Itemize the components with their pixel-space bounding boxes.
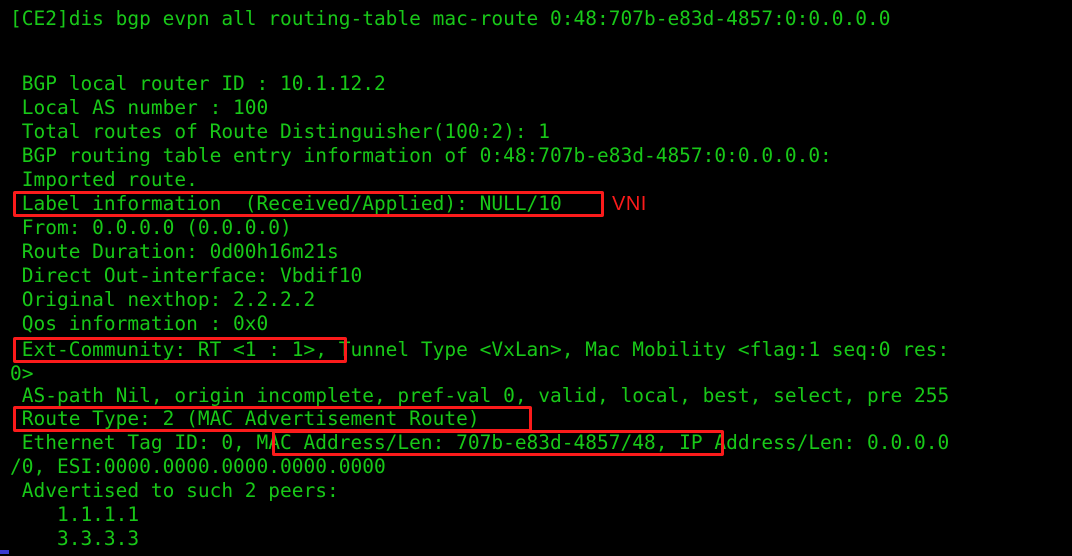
console-line: Ethernet Tag ID: 0, MAC Address/Len: 707…: [10, 431, 950, 454]
console-line: 0>: [10, 362, 34, 385]
console-line: Local AS number : 100: [10, 96, 269, 119]
console-line: Total routes of Route Distinguisher(100:…: [10, 120, 551, 143]
console-line: 1.1.1.1: [10, 503, 140, 526]
console-line: From: 0.0.0.0 (0.0.0.0): [10, 216, 292, 239]
console-line: Advertised to such 2 peers:: [10, 479, 339, 502]
console-line: AS-path Nil, origin incomplete, pref-val…: [10, 384, 950, 407]
console-line: /0, ESI:0000.0000.0000.0000.0000: [10, 455, 386, 478]
console-line: Label information (Received/Applied): NU…: [10, 192, 562, 215]
text-cursor: [0, 550, 9, 554]
console-line: Ext-Community: RT <1 : 1>, Tunnel Type <…: [10, 338, 950, 361]
console-line: BGP routing table entry information of 0…: [10, 144, 832, 167]
console-line: Imported route.: [10, 168, 198, 191]
command-prompt-line[interactable]: [CE2]dis bgp evpn all routing-table mac-…: [10, 7, 891, 31]
terminal-window[interactable]: [CE2]dis bgp evpn all routing-table mac-…: [0, 0, 1072, 556]
console-line: BGP local router ID : 10.1.12.2: [10, 72, 386, 95]
console-line: Route Duration: 0d00h16m21s: [10, 240, 339, 263]
console-line: Route Type: 2 (MAC Advertisement Route): [10, 407, 480, 430]
console-line: Original nexthop: 2.2.2.2: [10, 288, 316, 311]
console-line: 3.3.3.3: [10, 527, 140, 550]
vni-annotation: VNI: [612, 193, 647, 215]
console-line: Direct Out-interface: Vbdif10: [10, 264, 363, 287]
console-line: Qos information : 0x0: [10, 312, 269, 335]
